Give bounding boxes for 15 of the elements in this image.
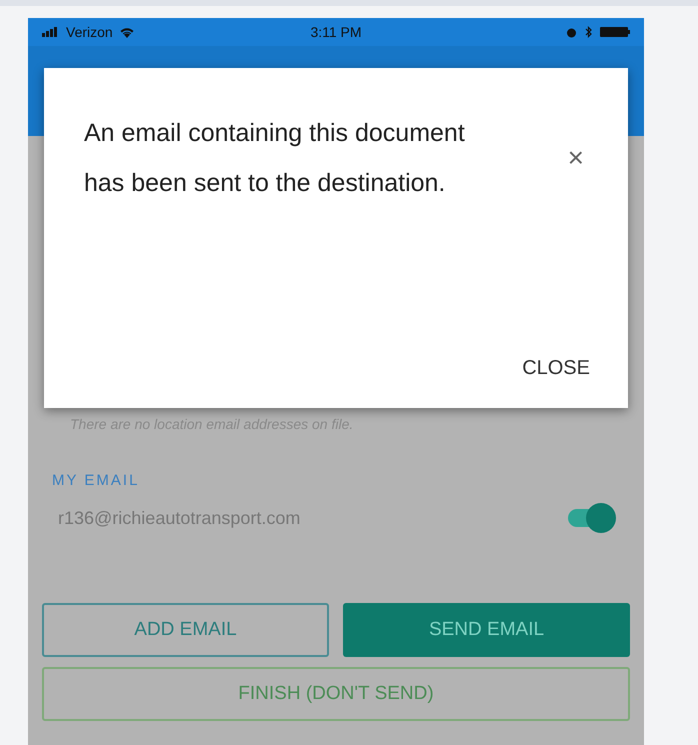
battery-icon bbox=[600, 27, 630, 37]
action-button[interactable]: SEND EMAIL bbox=[343, 603, 630, 657]
email-address: r136@richieautotransport.com bbox=[58, 508, 300, 528]
clock-time: 3:11 PM bbox=[310, 24, 362, 40]
bluetooth-icon bbox=[584, 26, 592, 38]
signal-icon bbox=[42, 27, 60, 37]
email-toggle[interactable] bbox=[566, 503, 616, 533]
action-button[interactable]: FINISH (DON'T SEND) bbox=[42, 667, 630, 721]
wifi-icon bbox=[118, 26, 135, 38]
dialog-message: An email containing this document has been sent to the destination. bbox=[84, 118, 466, 199]
close-button[interactable]: × bbox=[568, 142, 584, 174]
carrier-name: Verizon bbox=[66, 24, 113, 40]
close-button[interactable]: CLOSE bbox=[522, 353, 590, 384]
action-button[interactable]: ADD EMAIL bbox=[42, 603, 329, 657]
section-label: MY EMAIL bbox=[51, 472, 140, 489]
